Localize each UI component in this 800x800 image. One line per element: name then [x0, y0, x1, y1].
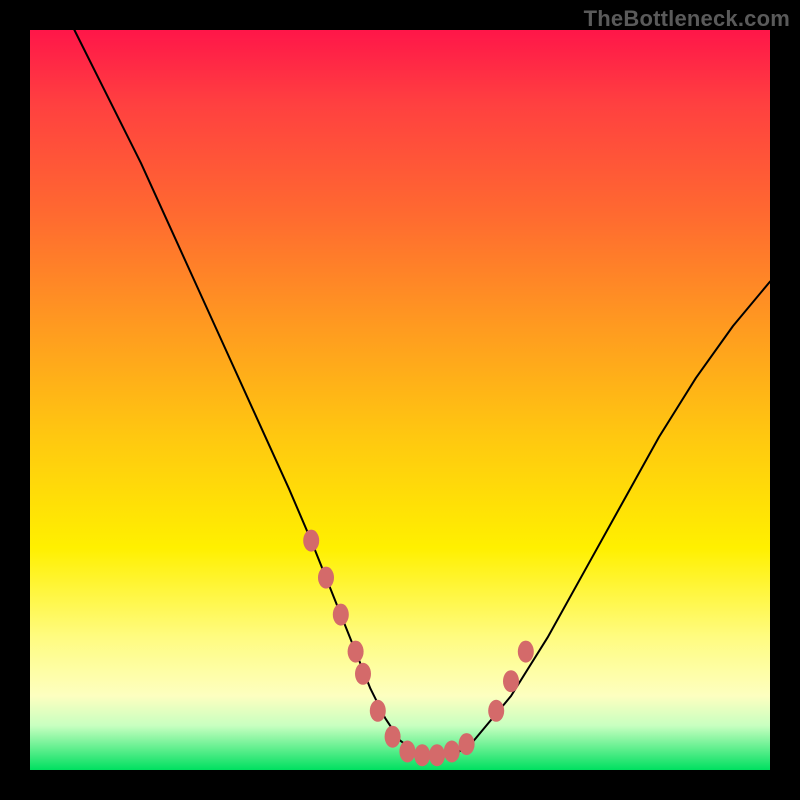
marker-point [355, 663, 371, 685]
plot-area [30, 30, 770, 770]
marker-group [303, 530, 534, 767]
marker-point [333, 604, 349, 626]
marker-point [399, 741, 415, 763]
marker-point [318, 567, 334, 589]
bottleneck-curve [74, 30, 770, 755]
marker-point [503, 670, 519, 692]
marker-point [429, 744, 445, 766]
marker-point [488, 700, 504, 722]
watermark-text: TheBottleneck.com [584, 6, 790, 32]
marker-point [303, 530, 319, 552]
marker-point [518, 641, 534, 663]
marker-point [414, 744, 430, 766]
marker-point [348, 641, 364, 663]
marker-point [385, 726, 401, 748]
marker-point [444, 741, 460, 763]
marker-point [370, 700, 386, 722]
chart-svg [30, 30, 770, 770]
marker-point [459, 733, 475, 755]
chart-frame: TheBottleneck.com [0, 0, 800, 800]
